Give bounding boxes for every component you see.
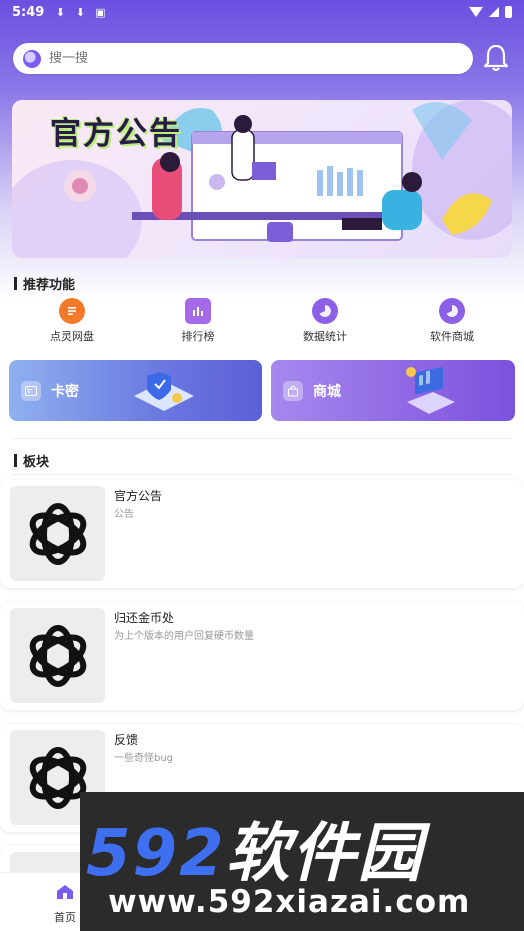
wifi-icon	[469, 7, 483, 17]
banner-title: 官方公告	[50, 116, 182, 152]
openai-logo-icon	[29, 502, 86, 565]
signal-icon	[489, 7, 499, 17]
thumbnail	[10, 486, 105, 581]
func-item-stats[interactable]: 数据统计	[275, 298, 375, 344]
bell-icon[interactable]	[482, 43, 510, 73]
section-title-text: 板块	[23, 455, 50, 470]
search-icon	[23, 49, 41, 68]
list-item[interactable]: 官方公告 公告	[0, 480, 524, 588]
list-item-title: 官方公告	[114, 489, 163, 503]
card-kami[interactable]: 卡密	[9, 360, 262, 421]
card-label: 商城	[313, 383, 341, 400]
func-label: 排行榜	[181, 330, 215, 343]
bag-icon	[283, 380, 303, 401]
battery-icon	[505, 6, 512, 18]
func-item-ranking[interactable]: 排行榜	[148, 298, 248, 344]
pie-icon	[312, 298, 338, 324]
list-item-desc: 为上个版本的用户回复硬币数量	[114, 631, 254, 642]
nav-home[interactable]: 首页	[45, 883, 85, 925]
watermark-brand: 592软件园	[86, 802, 424, 894]
search-input[interactable]	[49, 51, 429, 66]
card-icon	[21, 380, 41, 401]
download-icon: ⬇	[75, 5, 85, 19]
laptop-illustration-icon	[406, 367, 455, 414]
func-label: 点灵网盘	[50, 330, 94, 343]
divider	[12, 474, 512, 475]
download-icon: ⬇	[55, 5, 65, 19]
status-bar: 5:49 ⬇ ⬇ ▣	[0, 0, 524, 24]
section-title-board: 板块	[14, 451, 49, 470]
list-item-desc: 一些奇怪bug	[114, 753, 174, 764]
divider	[12, 438, 512, 439]
watermark-overlay: 592软件园 www.592xiazai.com	[80, 792, 524, 931]
section-marker	[14, 454, 17, 467]
watermark-url: www.592xiazai.com	[108, 884, 471, 920]
status-time: 5:49	[12, 4, 45, 20]
list-icon	[59, 298, 85, 324]
shield-illustration-icon	[134, 372, 194, 411]
function-row: 点灵网盘 排行榜 数据统计 软件商城	[0, 298, 524, 346]
announcement-banner[interactable]: 官方公告	[12, 100, 512, 258]
func-item-store[interactable]: 软件商城	[402, 298, 502, 344]
nav-home-label: 首页	[54, 911, 76, 924]
notification-app-icon: ▣	[95, 5, 106, 19]
func-label: 软件商城	[430, 330, 474, 343]
watermark-brand-text: 软件园	[225, 817, 424, 891]
list-item-title: 反馈	[114, 733, 139, 747]
openai-logo-icon	[29, 624, 86, 687]
section-title-text: 推荐功能	[23, 278, 76, 293]
thumbnail	[10, 608, 105, 703]
status-right	[469, 6, 512, 18]
func-item-netdisk[interactable]: 点灵网盘	[22, 298, 122, 344]
section-title-recommend: 推荐功能	[14, 274, 75, 293]
card-mall[interactable]: 商城	[271, 360, 515, 421]
list-item[interactable]: 归还金币处 为上个版本的用户回复硬币数量	[0, 602, 524, 710]
func-label: 数据统计	[303, 330, 347, 343]
section-marker	[14, 277, 17, 290]
list-item-title: 归还金币处	[114, 611, 175, 625]
search-bar[interactable]	[13, 43, 473, 74]
home-icon	[57, 885, 73, 899]
chart-icon	[185, 298, 211, 324]
watermark-brand-number: 592	[86, 817, 226, 891]
list-item-desc: 公告	[114, 509, 134, 520]
card-label: 卡密	[51, 383, 79, 400]
pie-icon	[439, 298, 465, 324]
